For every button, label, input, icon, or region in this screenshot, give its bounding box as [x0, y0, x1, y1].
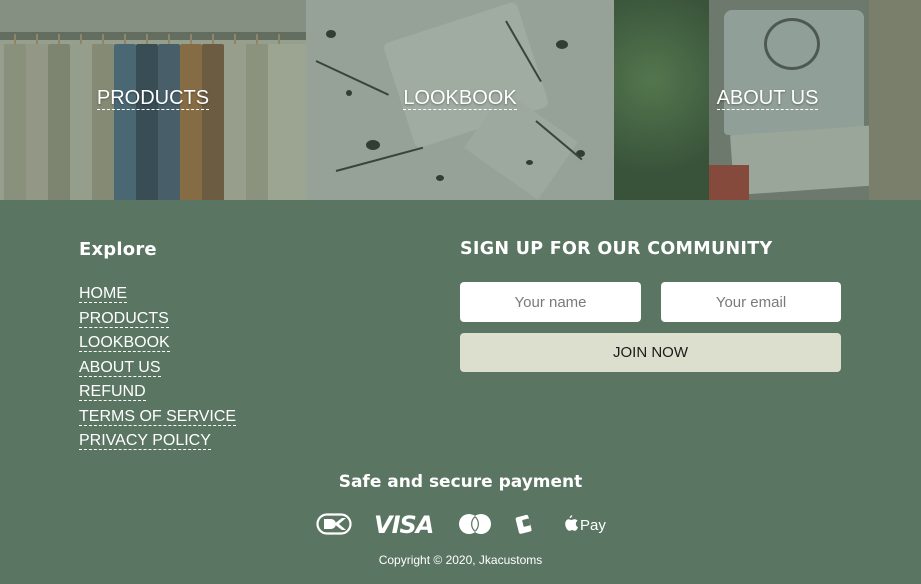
- payment-methods: VISA Pay: [0, 510, 921, 538]
- visa-icon: VISA: [374, 512, 436, 536]
- about-us-tile[interactable]: ABOUT US: [614, 0, 921, 200]
- signup-heading: SIGN UP FOR OUR COMMUNITY: [460, 239, 773, 259]
- footer-link-home[interactable]: HOME: [79, 285, 127, 303]
- signup-fields: [460, 282, 841, 322]
- footer-link-refund[interactable]: REFUND: [79, 383, 146, 401]
- svg-text:Pay: Pay: [580, 517, 606, 534]
- lookbook-tile-label[interactable]: LOOKBOOK: [403, 87, 517, 110]
- explore-section: Explore HOME PRODUCTS LOOKBOOK ABOUT US …: [79, 239, 379, 457]
- dankort-icon: [315, 513, 352, 535]
- footer-link-products[interactable]: PRODUCTS: [79, 309, 169, 328]
- footer-link-terms-of-service[interactable]: TERMS OF SERVICE: [79, 407, 237, 426]
- footer-nav: HOME PRODUCTS LOOKBOOK ABOUT US REFUND T…: [79, 285, 379, 457]
- footer-link-privacy-policy[interactable]: PRIVACY POLICY: [79, 432, 211, 450]
- copyright-text: Copyright © 2020, Jkacustoms: [378, 553, 543, 567]
- name-input[interactable]: [460, 282, 641, 322]
- products-tile[interactable]: PRODUCTS: [0, 0, 306, 200]
- hero-tiles: PRODUCTS LOOKBOOK ABOUT US: [0, 0, 921, 200]
- mastercard-icon: [458, 513, 492, 535]
- apple-pay-icon: Pay: [560, 513, 606, 535]
- join-now-button[interactable]: JOIN NOW: [460, 333, 841, 372]
- explore-heading: Explore: [79, 239, 157, 260]
- about-us-tile-label[interactable]: ABOUT US: [716, 87, 819, 110]
- mobilepay-icon: [514, 513, 538, 535]
- footer-link-lookbook[interactable]: LOOKBOOK: [79, 334, 170, 352]
- products-tile-label[interactable]: PRODUCTS: [96, 87, 210, 110]
- email-input[interactable]: [661, 282, 841, 322]
- footer-link-about-us[interactable]: ABOUT US: [79, 358, 161, 377]
- svg-text:VISA: VISA: [374, 512, 433, 536]
- newsletter-signup: SIGN UP FOR OUR COMMUNITY JOIN NOW: [460, 239, 841, 372]
- lookbook-tile[interactable]: LOOKBOOK: [306, 0, 614, 200]
- payment-heading: Safe and secure payment: [338, 472, 583, 492]
